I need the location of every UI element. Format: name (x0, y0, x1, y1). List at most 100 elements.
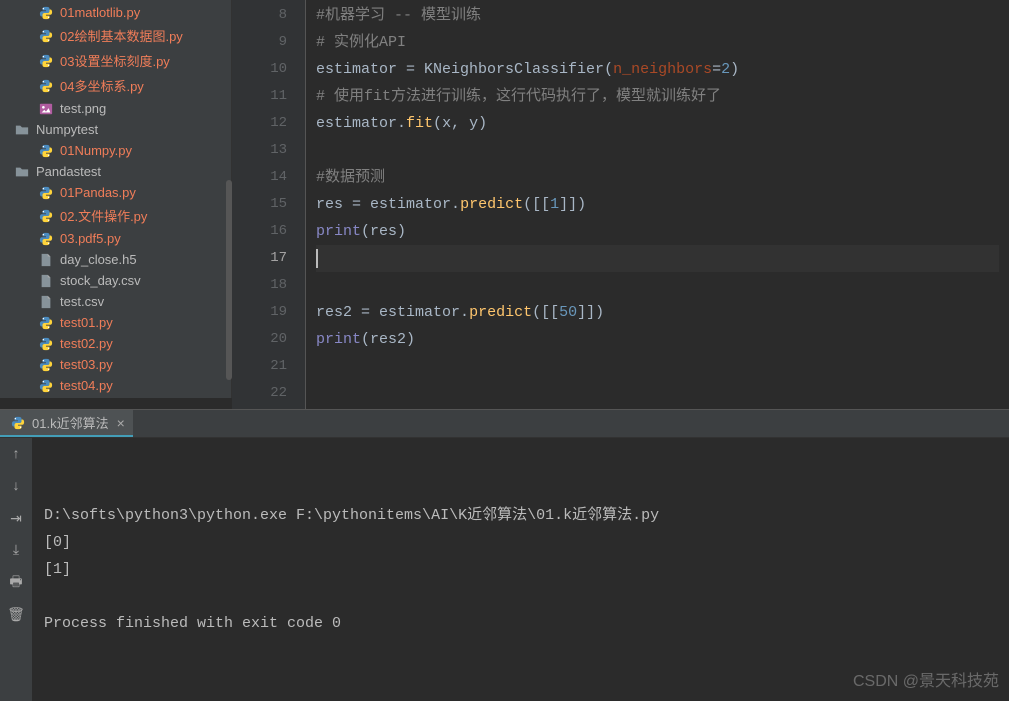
watermark: CSDN @景天科技苑 (853, 668, 999, 695)
code-area[interactable]: #机器学习 -- 模型训练# 实例化APIestimator = KNeighb… (306, 0, 1009, 409)
code-editor[interactable]: 8910111213141516171819202122 #机器学习 -- 模型… (232, 0, 1009, 409)
file-item[interactable]: 03设置坐标刻度.py (0, 48, 231, 73)
code-line[interactable]: # 实例化API (316, 29, 999, 56)
file-item[interactable]: test04.py (0, 375, 231, 396)
text-cursor (316, 249, 318, 268)
file-item[interactable]: 02.文件操作.py (0, 203, 231, 228)
file-item[interactable]: stock_day.csv (0, 270, 231, 291)
line-number: 13 (232, 137, 287, 164)
line-number: 12 (232, 110, 287, 137)
scroll-end-icon[interactable]: ⤓ (5, 540, 27, 562)
code-line[interactable]: print(res2) (316, 326, 999, 353)
code-line[interactable]: # 使用fit方法进行训练，这行代码执行了，模型就训练好了 (316, 83, 999, 110)
code-line[interactable] (316, 137, 999, 164)
file-item[interactable]: 01Numpy.py (0, 140, 231, 161)
console-tab-label: 01.k近邻算法 (32, 413, 109, 432)
console-toolbar: ↑ ↓ ⇥ ⤓ 🖶 🗑 (0, 438, 32, 701)
sidebar-wrap: 01matlotlib.py 02绘制基本数据图.py 03设置坐标刻度.py 04多… (0, 0, 232, 409)
soft-wrap-icon[interactable]: ⇥ (5, 508, 27, 530)
line-number: 11 (232, 83, 287, 110)
file-item[interactable]: 04多坐标系.py (0, 73, 231, 98)
code-line[interactable]: estimator.fit(x, y) (316, 110, 999, 137)
item-label: test02.py (60, 336, 113, 351)
console-tab[interactable]: 01.k近邻算法 × (0, 410, 133, 437)
code-line[interactable] (316, 380, 999, 407)
print-icon[interactable]: 🖶 (5, 572, 27, 594)
item-label: Pandastest (36, 164, 101, 179)
python-icon (36, 358, 56, 372)
file-item[interactable]: 02绘制基本数据图.py (0, 23, 231, 48)
item-label: 03设置坐标刻度.py (60, 51, 170, 70)
item-label: 04多坐标系.py (60, 76, 144, 95)
line-number: 19 (232, 299, 287, 326)
python-icon (36, 6, 56, 20)
line-number: 21 (232, 353, 287, 380)
python-icon (8, 416, 28, 430)
item-label: 01Pandas.py (60, 185, 136, 200)
top-area: 01matlotlib.py 02绘制基本数据图.py 03设置坐标刻度.py 04多… (0, 0, 1009, 409)
file-item[interactable]: 03.pdf5.py (0, 228, 231, 249)
item-label: 01matlotlib.py (60, 5, 140, 20)
scroll-down-icon[interactable]: ↓ (5, 476, 27, 498)
line-number: 17 (232, 245, 287, 272)
sidebar-scrollbar[interactable] (226, 180, 232, 380)
code-line[interactable] (316, 245, 999, 272)
item-label: 02.文件操作.py (60, 206, 147, 225)
item-label: 01Numpy.py (60, 143, 132, 158)
bottom-area: 01.k近邻算法 × ↑ ↓ ⇥ ⤓ 🖶 🗑 D:\softs\python3\… (0, 409, 1009, 701)
python-icon (36, 337, 56, 351)
line-number: 18 (232, 272, 287, 299)
python-icon (36, 186, 56, 200)
python-icon (36, 316, 56, 330)
project-sidebar[interactable]: 01matlotlib.py 02绘制基本数据图.py 03设置坐标刻度.py 04多… (0, 0, 232, 398)
file-item[interactable]: test.csv (0, 291, 231, 312)
code-line[interactable]: #机器学习 -- 模型训练 (316, 2, 999, 29)
code-line[interactable] (316, 272, 999, 299)
item-label: test.png (60, 101, 106, 116)
code-line[interactable]: estimator = KNeighborsClassifier(n_neigh… (316, 56, 999, 83)
console-line: D:\softs\python3\python.exe F:\pythonite… (44, 502, 997, 529)
python-icon (36, 54, 56, 68)
line-number: 16 (232, 218, 287, 245)
python-icon (36, 209, 56, 223)
line-number: 8 (232, 2, 287, 29)
file-item[interactable]: test01.py (0, 312, 231, 333)
file-item[interactable]: test02.py (0, 333, 231, 354)
console-tab-bar: 01.k近邻算法 × (0, 410, 1009, 438)
console-output[interactable]: D:\softs\python3\python.exe F:\pythonite… (32, 438, 1009, 701)
item-label: Numpytest (36, 122, 98, 137)
item-label: test01.py (60, 315, 113, 330)
line-number: 14 (232, 164, 287, 191)
scroll-up-icon[interactable]: ↑ (5, 444, 27, 466)
folder-icon (12, 165, 32, 179)
file-item[interactable]: 01matlotlib.py (0, 2, 231, 23)
code-line[interactable]: res2 = estimator.predict([[50]]) (316, 299, 999, 326)
file-icon (36, 295, 56, 309)
code-line[interactable]: res = estimator.predict([[1]]) (316, 191, 999, 218)
console-body: ↑ ↓ ⇥ ⤓ 🖶 🗑 D:\softs\python3\python.exe … (0, 438, 1009, 701)
code-line[interactable] (316, 353, 999, 380)
file-icon (36, 253, 56, 267)
item-label: test03.py (60, 357, 113, 372)
item-label: test04.py (60, 378, 113, 393)
console-line: Process finished with exit code 0 (44, 610, 997, 637)
line-number: 20 (232, 326, 287, 353)
file-item[interactable]: 01Pandas.py (0, 182, 231, 203)
image-icon (36, 102, 56, 116)
trash-icon[interactable]: 🗑 (5, 604, 27, 626)
item-label: test.csv (60, 294, 104, 309)
folder-item[interactable]: Pandastest (0, 161, 231, 182)
python-icon (36, 379, 56, 393)
close-icon[interactable]: × (117, 415, 125, 431)
code-line[interactable]: print(res) (316, 218, 999, 245)
item-label: day_close.h5 (60, 252, 137, 267)
file-item[interactable]: test.png (0, 98, 231, 119)
folder-item[interactable]: Numpytest (0, 119, 231, 140)
python-icon (36, 79, 56, 93)
console-line (44, 583, 997, 610)
item-label: stock_day.csv (60, 273, 141, 288)
code-line[interactable]: #数据预测 (316, 164, 999, 191)
file-item[interactable]: test03.py (0, 354, 231, 375)
file-item[interactable]: day_close.h5 (0, 249, 231, 270)
python-icon (36, 232, 56, 246)
